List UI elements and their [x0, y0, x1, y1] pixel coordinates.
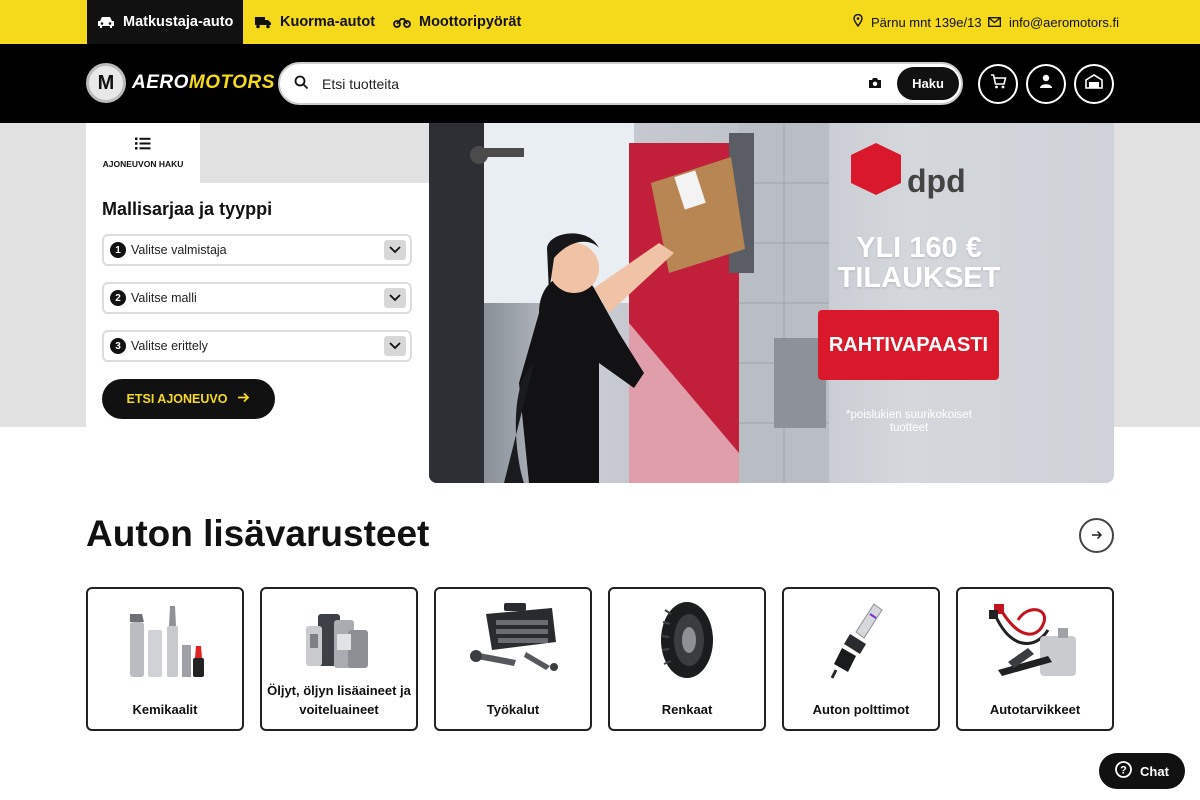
- user-icon: [1039, 74, 1053, 94]
- vehicle-search-title: Mallisarjaa ja tyyppi: [102, 199, 273, 219]
- banner-photo: [429, 123, 901, 483]
- category-card-bulbs[interactable]: Auton polttimot: [782, 587, 940, 731]
- top-bar: Matkustaja-auto Kuorma-autot Moottoripyö…: [0, 0, 1200, 44]
- search-icon: [294, 75, 309, 95]
- tab-label: Kuorma-autot: [280, 14, 376, 30]
- chat-label: Chat: [1140, 763, 1169, 779]
- oil-bottles-icon: [262, 599, 416, 681]
- email-link[interactable]: info@aeromotors.fi: [988, 0, 1119, 44]
- chat-button[interactable]: ? Chat: [1099, 753, 1185, 789]
- help-icon: ?: [1115, 761, 1132, 781]
- promo-headline: YLI 160 € TILAUKSET: [837, 232, 1001, 294]
- button-label: ETSI AJONEUVO: [126, 392, 228, 406]
- model-select[interactable]: 2 Valitse malli: [102, 282, 412, 314]
- promo-banner[interactable]: dpd YLI 160 € TILAUKSET RAHTIVAPAASTI *p…: [429, 123, 1114, 483]
- list-icon: [135, 137, 151, 155]
- step-badge: 2: [110, 290, 126, 306]
- category-card-tools[interactable]: Työkalut: [434, 587, 592, 731]
- logo-wordmark: AEROMOTORS: [132, 72, 275, 93]
- tab-passenger-car[interactable]: Matkustaja-auto: [87, 0, 244, 44]
- section-title: Auton lisävarusteet: [86, 513, 430, 554]
- bulb-icon: [784, 599, 938, 681]
- garage-icon: [1085, 74, 1103, 94]
- select-label: Valitse valmistaja: [131, 243, 227, 257]
- arrow-right-icon: [1091, 527, 1103, 545]
- motorcycle-icon: [393, 15, 411, 29]
- tab-motorcycles[interactable]: Moottoripyörät: [393, 0, 521, 44]
- search-bar: Haku: [278, 62, 963, 105]
- account-button[interactable]: [1026, 64, 1066, 104]
- jumper-cables-icon: [958, 599, 1112, 681]
- category-card-oils[interactable]: Öljyt, öljyn lisäaineet ja voiteluaineet: [260, 587, 418, 731]
- chevron-down-icon: [384, 288, 406, 308]
- location-pin-icon: [853, 13, 863, 30]
- select-label: Valitse erittely: [131, 339, 208, 353]
- svg-text:?: ?: [1120, 765, 1127, 777]
- toolbox-icon: [436, 599, 590, 681]
- arrow-right-icon: [237, 392, 250, 406]
- select-label: Valitse malli: [131, 291, 197, 305]
- category-card-accessories[interactable]: Autotarvikkeet: [956, 587, 1114, 731]
- garage-button[interactable]: [1074, 64, 1114, 104]
- category-card-tires[interactable]: Renkaat: [608, 587, 766, 731]
- category-label: Autotarvikkeet: [989, 702, 1081, 717]
- dpd-logo-text: dpd: [907, 163, 966, 199]
- email-text: info@aeromotors.fi: [1009, 14, 1120, 30]
- camera-search-icon[interactable]: [868, 76, 882, 94]
- chevron-down-icon: [384, 336, 406, 356]
- free-shipping-badge: RAHTIVAPAASTI: [818, 310, 999, 380]
- tab-label: Moottoripyörät: [419, 14, 522, 30]
- tab-label: AJONEUVON HAKU: [102, 159, 184, 169]
- address-link[interactable]: Pärnu mnt 139e/13: [853, 0, 982, 44]
- cart-button[interactable]: [978, 64, 1018, 104]
- search-button[interactable]: Haku: [897, 67, 959, 100]
- manufacturer-select[interactable]: 1 Valitse valmistaja: [102, 234, 412, 266]
- specification-select[interactable]: 3 Valitse erittely: [102, 330, 412, 362]
- tab-vehicle-search[interactable]: AJONEUVON HAKU: [86, 123, 200, 183]
- promo-footnote: *poislukien suurikokoiset tuotteet: [846, 409, 972, 434]
- category-card-chemicals[interactable]: Kemikaalit: [86, 587, 244, 731]
- truck-icon: [254, 15, 272, 29]
- cart-icon: [990, 74, 1007, 94]
- chemicals-icon: [88, 599, 242, 681]
- vehicle-search-panel: AJONEUVON HAKU Mallisarjaa ja tyyppi 1 V…: [86, 123, 429, 427]
- step-badge: 1: [110, 242, 126, 258]
- address-text: Pärnu mnt 139e/13: [871, 14, 982, 30]
- tab-label: Matkustaja-auto: [123, 14, 234, 30]
- category-label: Työkalut: [486, 702, 540, 717]
- tab-trucks[interactable]: Kuorma-autot: [254, 0, 375, 44]
- category-label: Kemikaalit: [132, 702, 198, 717]
- mail-icon: [988, 15, 1001, 30]
- category-label: Auton polttimot: [812, 702, 910, 717]
- find-vehicle-button[interactable]: ETSI AJONEUVO: [102, 379, 275, 419]
- chevron-down-icon: [384, 240, 406, 260]
- carousel-next-button[interactable]: [1079, 518, 1114, 553]
- main-header: M AEROMOTORS Haku: [0, 44, 1200, 123]
- tire-icon: [610, 599, 764, 681]
- category-cards: Kemikaalit Öljyt, öljyn lisäaineet ja vo…: [86, 587, 1115, 731]
- car-icon: [97, 15, 115, 29]
- search-input[interactable]: [322, 72, 842, 96]
- step-badge: 3: [110, 338, 126, 354]
- aeromotors-logo[interactable]: M AEROMOTORS: [86, 63, 275, 103]
- category-label: Renkaat: [661, 702, 713, 717]
- tab-strip-filler: [200, 123, 429, 183]
- logo-mark: M: [86, 63, 126, 103]
- category-label: Öljyt, öljyn lisäaineet ja voiteluaineet: [267, 683, 411, 717]
